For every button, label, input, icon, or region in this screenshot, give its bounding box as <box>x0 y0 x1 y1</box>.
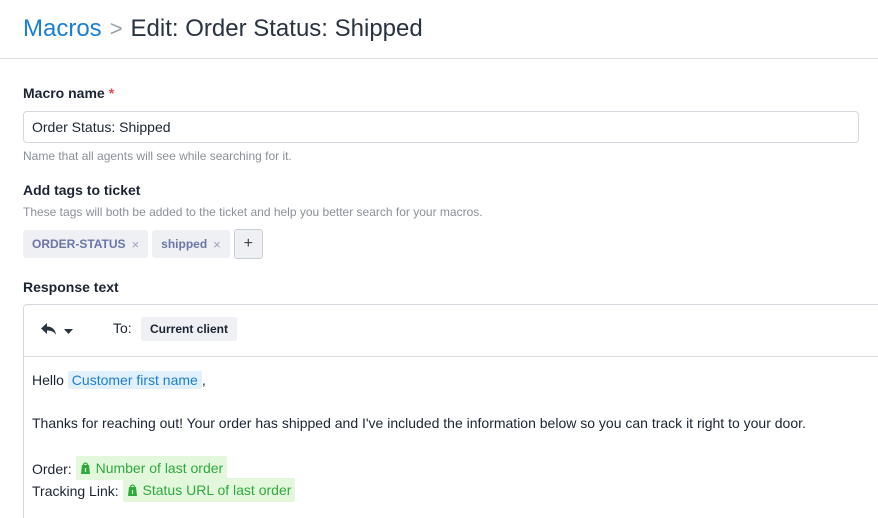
tags-help: These tags will both be added to the tic… <box>23 205 483 219</box>
caret-down-icon <box>64 322 73 340</box>
response-editor: To: Current client Hello Customer first … <box>23 304 878 518</box>
variable-customer-first-name[interactable]: Customer first name <box>67 371 202 389</box>
macro-name-label-text: Macro name <box>23 85 105 101</box>
tags-list: ORDER-STATUS × shipped × + <box>23 229 263 259</box>
page-title: Edit: Order Status: Shipped <box>130 15 423 42</box>
variable-status-url[interactable]: Status URL of last order <box>122 478 296 502</box>
breadcrumb-separator: > <box>109 16 123 41</box>
variable-status-url-label: Status URL of last order <box>142 482 292 498</box>
macro-name-help: Name that all agents will see while sear… <box>23 149 292 163</box>
recipient-chip[interactable]: Current client <box>141 317 238 341</box>
to-label: To: <box>113 320 132 336</box>
tags-label: Add tags to ticket <box>23 182 141 198</box>
shopify-bag-icon <box>80 462 90 474</box>
response-text-label: Response text <box>23 279 119 295</box>
breadcrumb: Macros > Edit: Order Status: Shipped <box>23 14 423 44</box>
macro-name-input[interactable] <box>23 111 859 143</box>
required-mark: * <box>108 85 115 101</box>
greeting-suffix: , <box>201 372 206 388</box>
tracking-line: Tracking Link: Status URL of last order <box>32 478 296 502</box>
page-header: Macros > Edit: Order Status: Shipped <box>0 0 878 59</box>
tag-order-status[interactable]: ORDER-STATUS × <box>23 230 149 258</box>
order-line: Order: Number of last order <box>32 456 228 480</box>
breadcrumb-macros-link[interactable]: Macros <box>23 15 102 42</box>
tag-label: ORDER-STATUS <box>32 237 126 251</box>
variable-order-number-label: Number of last order <box>95 460 224 476</box>
greeting-line: Hello Customer first name, <box>32 369 206 391</box>
tag-remove-icon[interactable]: × <box>213 237 221 252</box>
shopify-bag-icon <box>127 484 137 496</box>
tracking-label: Tracking Link: <box>32 483 119 499</box>
tag-label: shipped <box>161 237 208 251</box>
tag-remove-icon[interactable]: × <box>132 237 140 252</box>
reply-type-dropdown[interactable] <box>40 319 82 343</box>
greeting-text: Hello <box>32 372 64 388</box>
editor-toolbar: To: Current client <box>24 305 878 357</box>
message-paragraph: Thanks for reaching out! Your order has … <box>32 415 806 431</box>
macro-name-label: Macro name * <box>23 85 114 101</box>
tag-shipped[interactable]: shipped × <box>152 230 230 258</box>
reply-icon <box>40 322 58 341</box>
order-label: Order: <box>32 461 72 477</box>
add-tag-button[interactable]: + <box>233 229 263 259</box>
variable-order-number[interactable]: Number of last order <box>75 456 228 480</box>
